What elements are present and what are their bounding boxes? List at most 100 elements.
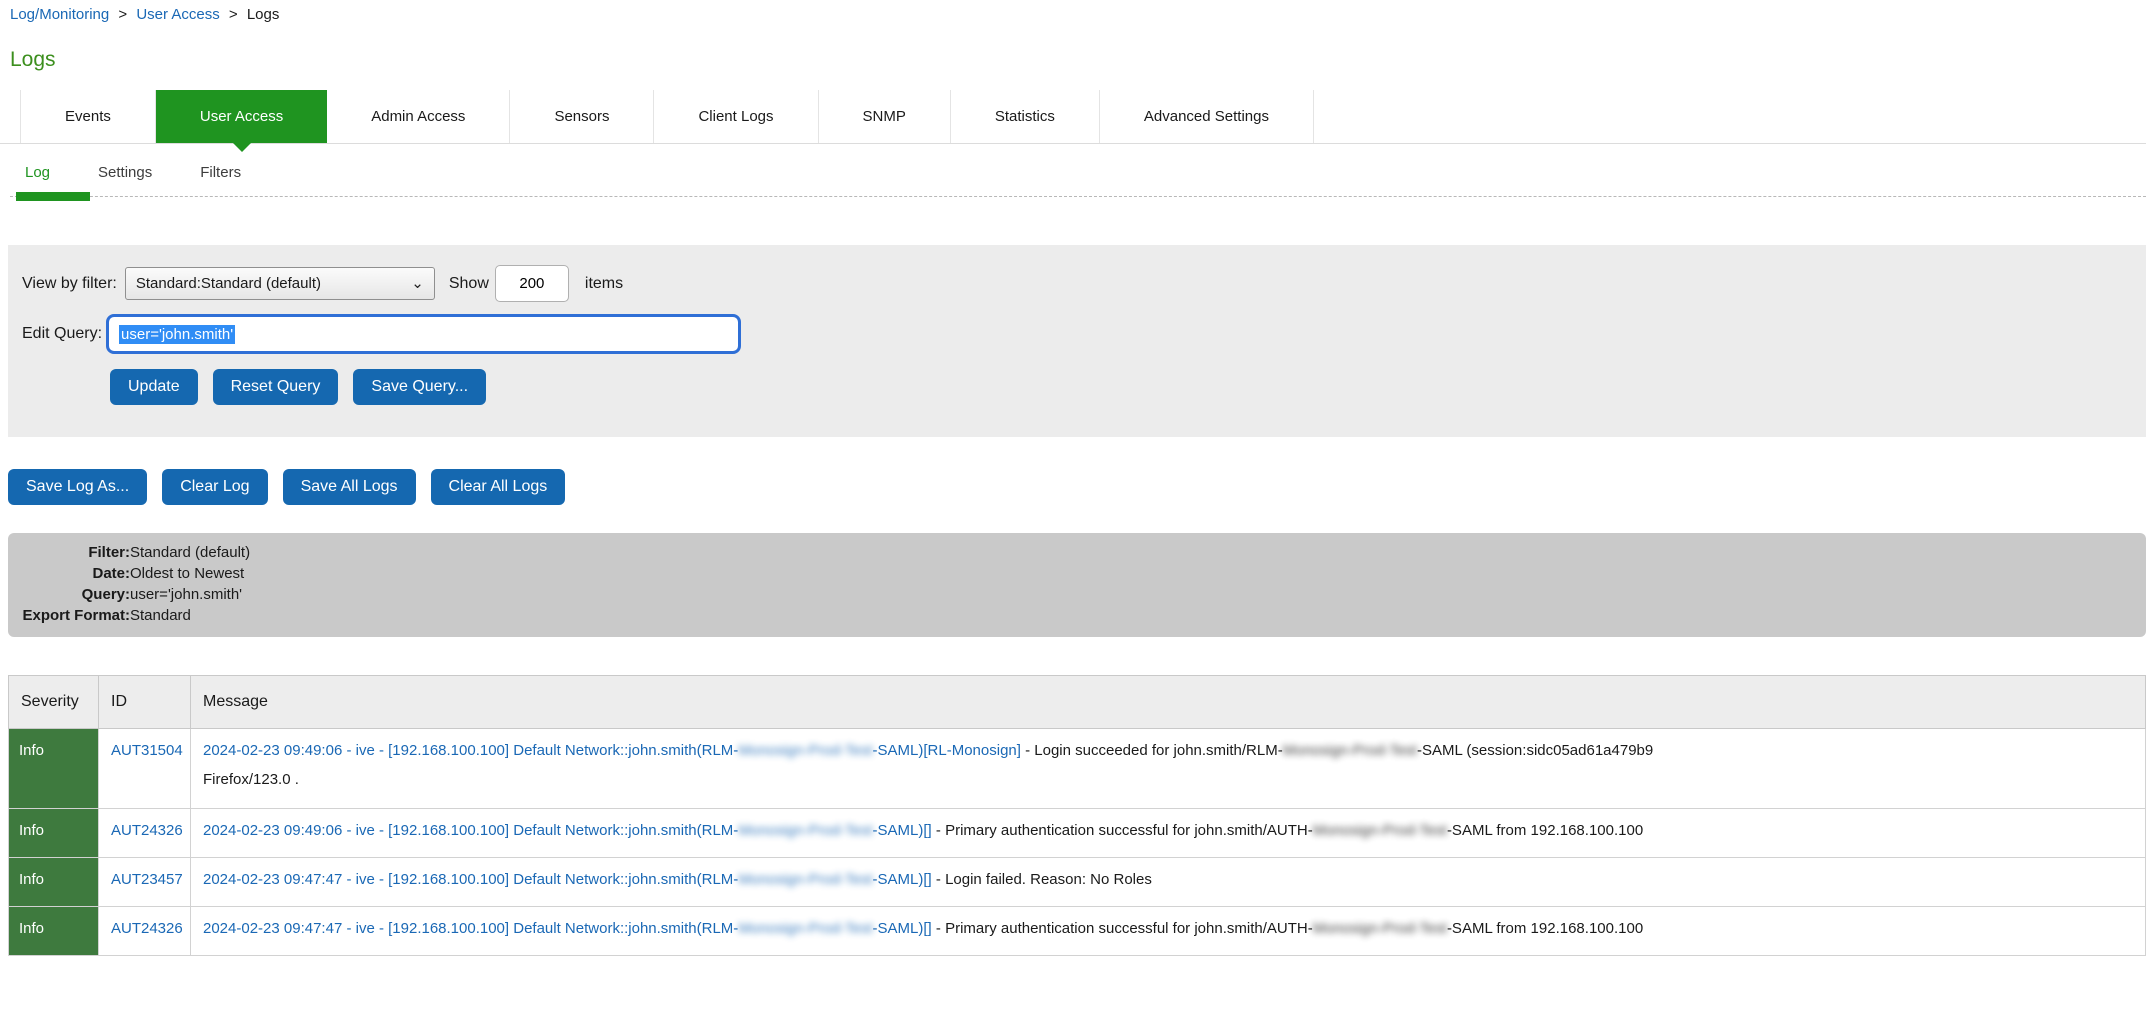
severity-badge: Info bbox=[9, 729, 99, 809]
log-message-text: - Login failed. Reason: No Roles bbox=[932, 871, 1152, 888]
tab-user-access[interactable]: User Access bbox=[156, 90, 327, 143]
column-header-id: ID bbox=[99, 676, 191, 729]
items-label: items bbox=[585, 275, 623, 293]
log-message-link[interactable]: -SAML)[] bbox=[873, 920, 932, 937]
summary-label: Export Format: bbox=[18, 605, 130, 626]
update-button[interactable]: Update bbox=[110, 369, 198, 405]
breadcrumb-user-access[interactable]: User Access bbox=[136, 6, 219, 23]
summary-label: Date: bbox=[18, 563, 130, 584]
summary-value: user='john.smith' bbox=[130, 586, 242, 603]
tab-admin-access[interactable]: Admin Access bbox=[327, 90, 510, 143]
severity-badge: Info bbox=[9, 907, 99, 956]
log-message-text: -SAML from 192.168.100.100 bbox=[1447, 920, 1643, 937]
log-id-link[interactable]: AUT23457 bbox=[111, 871, 183, 888]
log-message-line: Firefox/123.0 . bbox=[203, 765, 2133, 794]
view-by-filter-label: View by filter: bbox=[22, 275, 117, 293]
log-id-link[interactable]: AUT31504 bbox=[111, 742, 183, 759]
log-message: 2024-02-23 09:47:47 - ive - [192.168.100… bbox=[191, 858, 2146, 907]
severity-badge: Info bbox=[9, 858, 99, 907]
chevron-down-icon: ⌄ bbox=[411, 279, 424, 289]
page-title: Logs bbox=[10, 48, 2146, 72]
log-message-line: 2024-02-23 09:49:06 - ive - [192.168.100… bbox=[203, 816, 2133, 845]
summary-label: Filter: bbox=[18, 542, 130, 563]
table-row: Info AUT24326 2024-02-23 09:47:47 - ive - … bbox=[9, 907, 2146, 956]
log-message-link[interactable]: 2024-02-23 09:49:06 - ive - [192.168.100… bbox=[203, 742, 738, 759]
redacted-text: Monosign-Prod-Test bbox=[738, 742, 872, 759]
query-buttons: Update Reset Query Save Query... bbox=[110, 369, 2146, 405]
breadcrumb-logs: Logs bbox=[247, 6, 280, 23]
redacted-text: Monosign-Prod-Test bbox=[738, 920, 872, 937]
redacted-text: Monosign-Prod-Test bbox=[1313, 920, 1447, 937]
log-message-link[interactable]: 2024-02-23 09:47:47 - ive - [192.168.100… bbox=[203, 920, 738, 937]
log-message-line: 2024-02-23 09:47:47 - ive - [192.168.100… bbox=[203, 865, 2133, 894]
redacted-text: Monosign-Prod-Test bbox=[738, 822, 872, 839]
save-log-as-button[interactable]: Save Log As... bbox=[8, 469, 147, 505]
log-buttons: Save Log As... Clear Log Save All Logs Clea… bbox=[8, 469, 2146, 505]
column-header-severity: Severity bbox=[9, 676, 99, 729]
subtab-settings[interactable]: Settings bbox=[98, 164, 152, 181]
edit-query-label: Edit Query: bbox=[22, 325, 102, 343]
redacted-text: Monosign-Prod-Test bbox=[1283, 742, 1417, 759]
summary-value: Standard (default) bbox=[130, 544, 250, 561]
summary-row: Query:user='john.smith' bbox=[18, 584, 2146, 605]
log-message-text: -SAML (session:sidc05ad61a479b9 bbox=[1417, 742, 1653, 759]
view-by-filter-select[interactable]: Standard:Standard (default) ⌄ bbox=[125, 267, 435, 300]
edit-query-input[interactable]: user='john.smith' bbox=[106, 314, 741, 354]
summary-value: Standard bbox=[130, 607, 191, 624]
active-tab-pointer bbox=[233, 143, 251, 152]
log-message-link[interactable]: -SAML)[] bbox=[873, 871, 932, 888]
log-message: 2024-02-23 09:49:06 - ive - [192.168.100… bbox=[191, 729, 2146, 809]
table-row: InfoAUT243262024-02-23 09:49:06 - ive - … bbox=[9, 809, 2146, 858]
summary-row: Export Format:Standard bbox=[18, 605, 2146, 626]
tab-events[interactable]: Events bbox=[20, 90, 156, 143]
filter-panel: View by filter: Standard:Standard (defau… bbox=[8, 245, 2146, 437]
log-message-line: 2024-02-23 09:49:06 - ive - [192.168.100… bbox=[203, 736, 2133, 765]
clear-log-button[interactable]: Clear Log bbox=[162, 469, 267, 505]
log-message-text: Firefox/123.0 . bbox=[203, 771, 299, 788]
log-message-text: - Login succeeded for john.smith/RLM- bbox=[1021, 742, 1283, 759]
main-tab-bar: EventsUser AccessAdmin AccessSensorsClie… bbox=[0, 90, 2146, 144]
tab-statistics[interactable]: Statistics bbox=[951, 90, 1100, 143]
view-by-filter-value: Standard:Standard (default) bbox=[136, 275, 321, 292]
filter-summary: Filter:Standard (default)Date:Oldest to … bbox=[8, 533, 2146, 637]
redacted-text: Monosign-Prod-Test bbox=[1313, 822, 1447, 839]
breadcrumb: Log/Monitoring > User Access > Logs bbox=[10, 6, 2146, 23]
show-label: Show bbox=[449, 275, 489, 293]
log-message-line: 2024-02-23 09:47:47 - ive - [192.168.100… bbox=[203, 914, 2133, 943]
log-message-text: - Primary authentication successful for … bbox=[932, 822, 1313, 839]
clear-all-logs-button[interactable]: Clear All Logs bbox=[431, 469, 566, 505]
table-row: Info AUT31504 2024-02-23 09:49:06 - ive - … bbox=[9, 729, 2146, 809]
log-id-link[interactable]: AUT24326 bbox=[111, 822, 183, 839]
save-all-logs-button[interactable]: Save All Logs bbox=[283, 469, 416, 505]
tab-sensors[interactable]: Sensors bbox=[510, 90, 654, 143]
query-selected-text: user='john.smith' bbox=[119, 325, 235, 344]
summary-value: Oldest to Newest bbox=[130, 565, 244, 582]
redacted-text: Monosign-Prod-Test bbox=[738, 871, 872, 888]
tab-advanced-settings[interactable]: Advanced Settings bbox=[1100, 90, 1314, 143]
breadcrumb-log-monitoring[interactable]: Log/Monitoring bbox=[10, 6, 109, 23]
show-items-input[interactable] bbox=[495, 265, 569, 302]
table-row: Info AUT23457 2024-02-23 09:47:47 - ive - … bbox=[9, 858, 2146, 907]
tab-snmp[interactable]: SNMP bbox=[819, 90, 951, 143]
log-table: SeverityIDMessage Info AUT31504 2024-02-23… bbox=[8, 675, 2146, 956]
log-message-text: -SAML from 192.168.100.100 bbox=[1447, 822, 1643, 839]
log-message-link[interactable]: -SAML)[RL-Monosign] bbox=[873, 742, 1021, 759]
log-message-link[interactable]: -SAML)[] bbox=[873, 822, 932, 839]
log-id-link[interactable]: AUT24326 bbox=[111, 920, 183, 937]
log-message-text: - Primary authentication successful for … bbox=[932, 920, 1313, 937]
subtab-log[interactable]: Log bbox=[25, 164, 50, 181]
summary-label: Query: bbox=[18, 584, 130, 605]
save-query-button[interactable]: Save Query... bbox=[353, 369, 486, 405]
column-header-message: Message bbox=[191, 676, 2146, 729]
log-message: 2024-02-23 09:49:06 - ive - [192.168.100… bbox=[191, 809, 2146, 858]
tab-client-logs[interactable]: Client Logs bbox=[654, 90, 818, 143]
log-message-link[interactable]: 2024-02-23 09:47:47 - ive - [192.168.100… bbox=[203, 871, 738, 888]
breadcrumb-separator: > bbox=[114, 6, 131, 23]
active-subtab-underline bbox=[16, 192, 90, 201]
breadcrumb-separator: > bbox=[225, 6, 242, 23]
reset-query-button[interactable]: Reset Query bbox=[213, 369, 339, 405]
sub-tab-bar: Log Settings Filters bbox=[10, 164, 2146, 197]
log-message: 2024-02-23 09:47:47 - ive - [192.168.100… bbox=[191, 907, 2146, 956]
log-message-link[interactable]: 2024-02-23 09:49:06 - ive - [192.168.100… bbox=[203, 822, 738, 839]
subtab-filters[interactable]: Filters bbox=[200, 164, 241, 181]
